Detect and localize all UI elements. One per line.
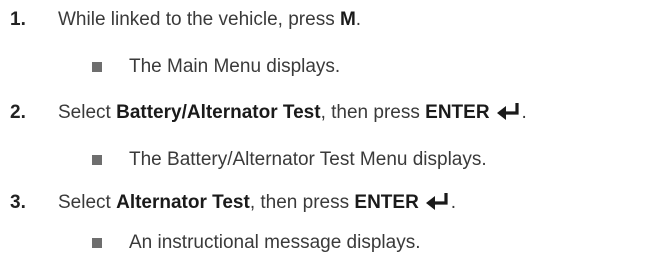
step-number: 1. [10,9,26,30]
menu-item-label: Battery/Alternator Test [116,102,321,123]
step-instruction: Select Battery/Alternator Test, then pre… [58,102,527,124]
menu-item-label: Alternator Test [116,192,250,213]
key-label: M [339,9,356,30]
step-number: 3. [10,192,26,213]
step-instruction: Select Alternator Test, then press ENTER… [58,192,456,214]
instruction-text: While linked to the vehicle, press [58,9,340,30]
result-text: An instructional message displays. [129,232,421,253]
instruction-end: . [521,102,527,123]
enter-key-icon [496,103,519,120]
key-label: ENTER [354,192,419,213]
instruction-text: , then press [320,102,426,123]
square-bullet-icon [92,155,102,165]
square-bullet-icon [92,62,102,72]
square-bullet-icon [92,238,102,248]
instruction-end: . [355,9,362,30]
step-instruction: While linked to the vehicle, press M. [58,9,361,31]
instruction-text: Select [58,192,117,213]
instruction-text: , then press [249,192,355,213]
instruction-document: 1. While linked to the vehicle, press M.… [0,0,650,260]
instruction-end: . [450,192,457,213]
result-text: The Battery/Alternator Test Menu display… [129,149,487,170]
enter-key-icon [425,193,448,210]
instruction-text: Select [58,102,117,123]
key-label: ENTER [425,102,490,123]
step-number: 2. [10,102,26,123]
result-text: The Main Menu displays. [129,56,341,77]
